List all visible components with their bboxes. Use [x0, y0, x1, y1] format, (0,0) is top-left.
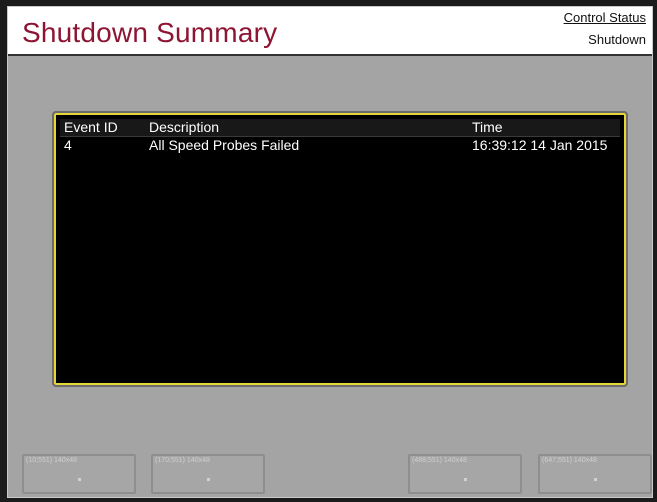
- placeholder-label: (488;551) 140x48: [412, 457, 467, 464]
- placeholder-dot-icon: [464, 478, 467, 481]
- placeholder-label: (10;551) 140x48: [26, 457, 77, 464]
- placeholder-label: (647;551) 140x48: [542, 457, 597, 464]
- column-header-time: Time: [472, 119, 503, 135]
- control-status-value: Shutdown: [588, 32, 646, 47]
- shutdown-events-table: Event ID Description Time 4 All Speed Pr…: [52, 111, 628, 387]
- placeholder-button-2[interactable]: (170;551) 140x48: [151, 454, 265, 494]
- header-bar: Shutdown Summary Control Status Shutdown: [8, 7, 652, 56]
- description-cell: All Speed Probes Failed: [149, 137, 300, 153]
- shutdown-summary-panel: Shutdown Summary Control Status Shutdown…: [7, 6, 653, 498]
- page-title: Shutdown Summary: [22, 17, 278, 48]
- column-header-description: Description: [149, 119, 220, 135]
- table-row[interactable]: 4 All Speed Probes Failed 16:39:12 14 Ja…: [60, 137, 620, 154]
- placeholder-dot-icon: [207, 478, 210, 481]
- placeholder-button-4[interactable]: (647;551) 140x48: [538, 454, 652, 494]
- placeholder-dot-icon: [594, 478, 597, 481]
- event-id-cell: 4: [64, 137, 72, 153]
- placeholder-label: (170;551) 140x48: [155, 457, 210, 464]
- placeholder-button-3[interactable]: (488;551) 140x48: [408, 454, 522, 494]
- column-header-event-id: Event ID: [64, 119, 118, 135]
- control-status-link[interactable]: Control Status: [564, 10, 646, 25]
- table-header-row: Event ID Description Time: [60, 119, 620, 137]
- placeholder-dot-icon: [78, 478, 81, 481]
- window-frame: Shutdown Summary Control Status Shutdown…: [0, 0, 657, 502]
- time-cell: 16:39:12 14 Jan 2015: [472, 137, 608, 153]
- placeholder-button-1[interactable]: (10;551) 140x48: [22, 454, 136, 494]
- table-body: Event ID Description Time 4 All Speed Pr…: [60, 119, 620, 379]
